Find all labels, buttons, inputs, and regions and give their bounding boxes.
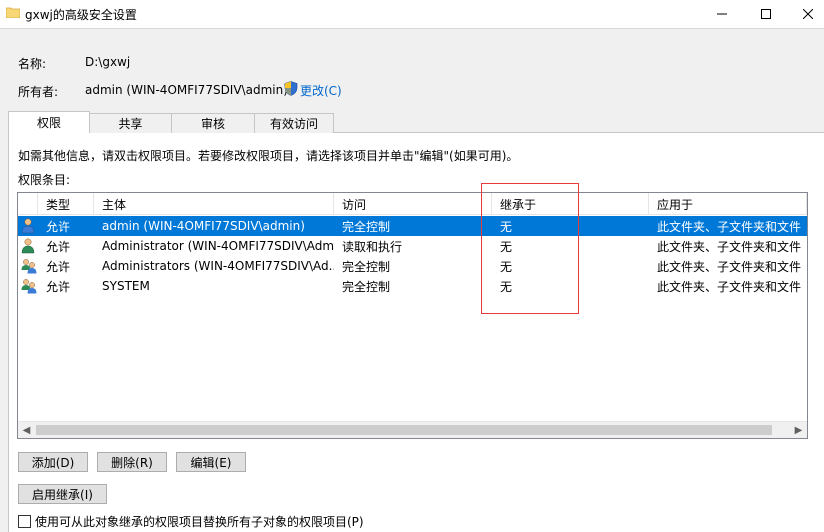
user-icon <box>18 218 38 234</box>
row-principal: SYSTEM <box>102 279 150 293</box>
scrollbar-thumb[interactable] <box>36 425 772 435</box>
permission-entries-list[interactable]: 类型 主体 访问 继承于 应用于 允许 admin (WIN-4OMFI77SD… <box>17 192 808 439</box>
row-type: 允许 <box>46 259 71 274</box>
column-inherited-from[interactable]: 继承于 <box>492 193 649 215</box>
change-owner-link[interactable]: 更改(C) <box>284 81 342 99</box>
tab-effective-access[interactable]: 有效访问 <box>254 113 334 133</box>
close-button[interactable] <box>788 0 824 28</box>
replace-child-permissions-label: 使用可从此对象继承的权限项目替换所有子对象的权限项目(P) <box>35 515 364 529</box>
tab-permissions[interactable]: 权限 <box>8 111 90 133</box>
row-inherited-from: 无 <box>500 239 513 254</box>
row-principal: Administrators (WIN-4OMFI77SDIV\Ad... <box>102 259 334 273</box>
table-row[interactable]: 允许 Administrators (WIN-4OMFI77SDIV\Ad...… <box>18 256 807 276</box>
row-type: 允许 <box>46 239 71 254</box>
row-type: 允许 <box>46 219 71 234</box>
column-type[interactable]: 类型 <box>38 193 94 215</box>
scroll-right-icon[interactable]: ▶ <box>790 422 807 438</box>
group-icon <box>18 278 38 294</box>
row-applies-to: 此文件夹、子文件夹和文件 <box>657 219 802 234</box>
row-inherited-from: 无 <box>500 259 513 274</box>
table-row[interactable]: 允许 SYSTEM 完全控制 无 此文件夹、子文件夹和文件 <box>18 276 807 296</box>
group-icon <box>18 258 38 274</box>
tab-sharing[interactable]: 共享 <box>89 113 172 133</box>
maximize-button[interactable] <box>746 0 786 28</box>
scroll-left-icon[interactable]: ◀ <box>18 422 35 438</box>
row-access: 完全控制 <box>342 279 391 294</box>
row-applies-to: 此文件夹、子文件夹和文件 <box>657 279 802 294</box>
change-owner-label: 更改(C) <box>300 83 342 98</box>
tab-bar: 权限 共享 审核 有效访问 <box>8 111 334 133</box>
name-value: D:\gxwj <box>85 55 131 69</box>
row-access: 完全控制 <box>342 219 391 234</box>
row-access: 读取和执行 <box>342 239 403 254</box>
dialog-body: 名称: D:\gxwj 所有者: admin (WIN-4OMFI77SDIV\… <box>0 28 824 532</box>
row-inherited-from: 无 <box>500 279 513 294</box>
list-header: 类型 主体 访问 继承于 应用于 <box>18 193 807 215</box>
info-text: 如需其他信息，请双击权限项目。若要修改权限项目，请选择该项目并单击"编辑"(如果… <box>18 149 519 163</box>
owner-value: admin (WIN-4OMFI77SDIV\admin) <box>85 83 288 97</box>
add-button[interactable]: 添加(D) <box>18 452 88 472</box>
row-access: 完全控制 <box>342 259 391 274</box>
row-type: 允许 <box>46 279 71 294</box>
owner-label: 所有者: <box>18 85 59 99</box>
edit-button[interactable]: 编辑(E) <box>176 452 246 472</box>
column-icon <box>18 193 38 215</box>
row-principal: Administrator (WIN-4OMFI77SDIV\Admi... <box>102 239 334 253</box>
column-applies-to[interactable]: 应用于 <box>649 193 807 215</box>
remove-button[interactable]: 删除(R) <box>97 452 167 472</box>
row-applies-to: 此文件夹、子文件夹和文件 <box>657 259 802 274</box>
row-inherited-from: 无 <box>500 219 513 234</box>
column-principal[interactable]: 主体 <box>94 193 334 215</box>
permission-entries-label: 权限条目: <box>18 173 71 187</box>
table-row[interactable]: 允许 admin (WIN-4OMFI77SDIV\admin) 完全控制 无 … <box>18 216 807 236</box>
minimize-button[interactable] <box>702 0 742 28</box>
list-rows: 允许 admin (WIN-4OMFI77SDIV\admin) 完全控制 无 … <box>18 216 807 296</box>
tab-auditing[interactable]: 审核 <box>171 113 255 133</box>
folder-icon <box>5 6 21 19</box>
shield-icon <box>284 81 298 99</box>
column-access[interactable]: 访问 <box>334 193 492 215</box>
replace-child-permissions-option[interactable]: 使用可从此对象继承的权限项目替换所有子对象的权限项目(P) <box>18 513 364 530</box>
row-principal: admin (WIN-4OMFI77SDIV\admin) <box>102 219 305 233</box>
name-label: 名称: <box>18 57 47 71</box>
replace-child-permissions-checkbox[interactable] <box>18 515 31 528</box>
enable-inheritance-button[interactable]: 启用继承(I) <box>18 484 107 504</box>
row-applies-to: 此文件夹、子文件夹和文件 <box>657 239 802 254</box>
table-row[interactable]: 允许 Administrator (WIN-4OMFI77SDIV\Admi..… <box>18 236 807 256</box>
user-icon <box>18 238 38 254</box>
title-bar: gxwj的高级安全设置 <box>0 0 824 28</box>
horizontal-scrollbar[interactable]: ◀ ▶ <box>18 421 807 438</box>
window-title: gxwj的高级安全设置 <box>25 8 137 22</box>
